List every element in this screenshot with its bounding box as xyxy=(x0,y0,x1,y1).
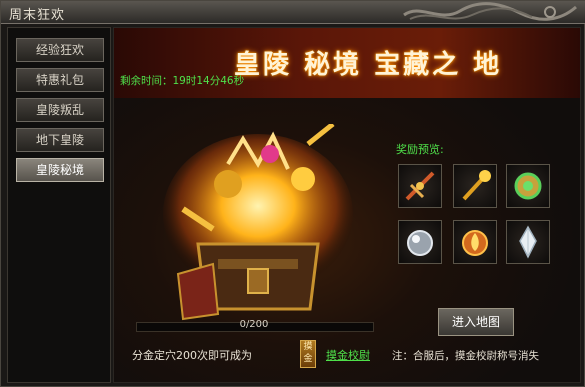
dragon-ornament-icon xyxy=(403,2,577,21)
banner-title: 皇陵 秘境 宝藏之 地 xyxy=(234,50,503,80)
crystal-shard-icon xyxy=(519,225,537,259)
sidebar-item-underground-tomb[interactable]: 地下皇陵 xyxy=(16,128,104,152)
reward-slot[interactable] xyxy=(398,220,442,264)
sidebar-item-exp-carnival[interactable]: 经验狂欢 xyxy=(16,38,104,62)
silver-orb-icon xyxy=(407,230,433,256)
banner: 皇陵 秘境 宝藏之 地 剩余时间：19时14分46秒 xyxy=(114,28,580,98)
reward-slot[interactable] xyxy=(453,220,497,264)
reward-slot[interactable] xyxy=(398,164,442,208)
title-bar: 周末狂欢 xyxy=(1,1,585,24)
sidebar-item-special-pack[interactable]: 特惠礼包 xyxy=(16,68,104,92)
treasure-chest-icon xyxy=(163,124,353,321)
sidebar: 经验狂欢 特惠礼包 皇陵叛乱 地下皇陵 皇陵秘境 xyxy=(7,27,111,383)
reward-slot[interactable] xyxy=(506,164,550,208)
crossbow-icon xyxy=(405,171,435,201)
reward-slot[interactable] xyxy=(453,164,497,208)
reward-preview-label: 奖励预览: xyxy=(396,143,444,156)
title-badge: 摸金 xyxy=(300,340,316,368)
window-frame: 周末狂欢 经验狂欢 特惠礼包 皇陵叛乱 地下皇陵 皇陵秘境 皇陵 秘境 宝藏之 … xyxy=(0,0,585,387)
reward-slot[interactable] xyxy=(506,220,550,264)
enter-map-button[interactable]: 进入地图 xyxy=(438,308,514,336)
sidebar-item-tomb-rebellion[interactable]: 皇陵叛乱 xyxy=(16,98,104,122)
fire-medallion-icon xyxy=(462,230,488,256)
golden-staff-icon xyxy=(462,170,491,201)
title-link[interactable]: 摸金校尉 xyxy=(326,347,370,363)
progress-text: 0/200 xyxy=(239,319,269,330)
sidebar-item-tomb-secret-realm[interactable]: 皇陵秘境 xyxy=(16,158,104,182)
window-title: 周末狂欢 xyxy=(9,8,66,23)
jade-amulet-icon xyxy=(514,172,542,200)
merge-note: 注：合服后，摸金校尉称号消失 xyxy=(392,350,539,362)
goal-text: 分金定穴200次即可成为 xyxy=(132,349,252,362)
countdown-timer: 剩余时间：19时14分46秒 xyxy=(120,75,245,87)
main-panel: 皇陵 秘境 宝藏之 地 剩余时间：19时14分46秒 奖励预览: 0/200 进… xyxy=(113,27,581,383)
